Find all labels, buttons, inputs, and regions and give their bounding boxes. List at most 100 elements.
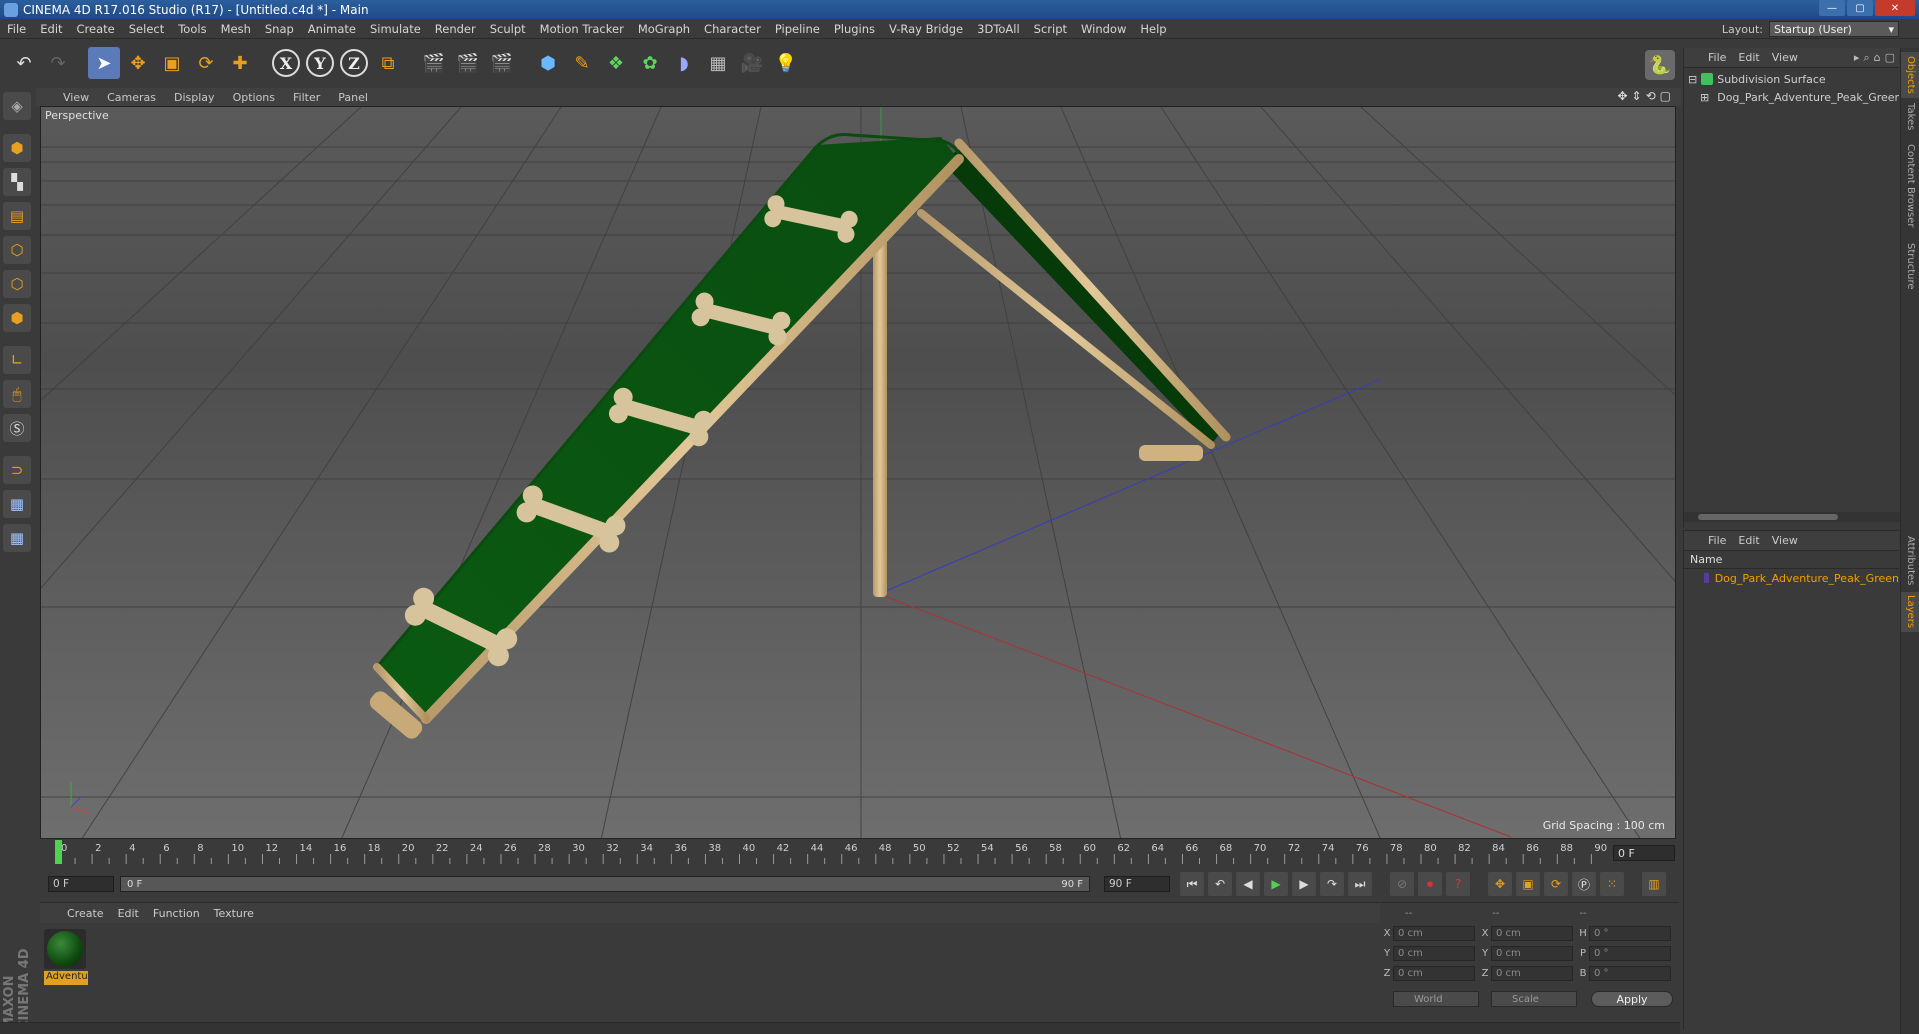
record-active-objects-button[interactable]: ⏺ [1418,872,1442,896]
position-y-field[interactable]: 0 cm [1393,945,1475,961]
add-light-button[interactable]: 💡 [770,47,802,79]
arrow-right-icon[interactable]: ▸ [1854,51,1860,65]
add-array-button[interactable]: ✿ [634,47,666,79]
z-axis-lock-button[interactable]: Z [340,49,368,77]
material-name-label[interactable]: Adventu [44,971,88,985]
edges-mode-button[interactable]: ⬡ [3,270,31,298]
render-settings-button[interactable]: 🎬 [486,47,518,79]
tab-content-browser[interactable]: Content Browser [1901,136,1919,236]
scale-tool-button[interactable]: ▣ [156,47,188,79]
snap-button[interactable]: ⊃ [3,456,31,484]
collapse-icon[interactable]: ⊟ [1688,73,1697,86]
layer-menu-edit[interactable]: Edit [1732,534,1765,547]
menu-character[interactable]: Character [697,22,768,36]
redo-button[interactable]: ↷ [42,47,74,79]
key-parameter-button[interactable]: Ⓟ [1572,872,1596,896]
layer-row[interactable]: Dog_Park_Adventure_Peak_Green [1684,569,1899,587]
timeline-window-button[interactable]: ▥ [1642,872,1666,896]
menu-render[interactable]: Render [428,22,483,36]
menu-motion-tracker[interactable]: Motion Tracker [533,22,631,36]
axis-mode-button[interactable]: ∟ [3,346,31,374]
minimize-button[interactable]: — [1819,0,1845,16]
model-mode-button[interactable]: ⬢ [3,134,31,162]
x-axis-lock-button[interactable]: X [272,49,300,77]
menu-snap[interactable]: Snap [258,22,301,36]
y-axis-lock-button[interactable]: Y [306,49,334,77]
next-frame-button[interactable]: ▶ [1292,872,1316,896]
object-row-dog-park[interactable]: ⊞ Dog_Park_Adventure_Peak_Green [1684,88,1899,106]
menu-vray-bridge[interactable]: V-Ray Bridge [882,22,970,36]
next-key-button[interactable]: ↷ [1320,872,1344,896]
material-menu-texture[interactable]: Texture [207,907,261,920]
close-button[interactable]: ✕ [1875,0,1915,16]
object-menu-file[interactable]: File [1702,51,1732,64]
menu-plugins[interactable]: Plugins [827,22,882,36]
menu-tools[interactable]: Tools [171,22,213,36]
key-pla-button[interactable]: ⁙ [1600,872,1624,896]
viewport-menu-display[interactable]: Display [165,91,224,104]
search-icon[interactable]: ⌕ [1863,51,1869,65]
apply-button[interactable]: Apply [1591,991,1673,1007]
object-menu-edit[interactable]: Edit [1732,51,1765,64]
position-z-field[interactable]: 0 cm [1393,965,1475,981]
zoom-icon[interactable]: ⇕ [1632,89,1642,103]
size-mode-dropdown[interactable]: Scale [1491,991,1577,1007]
size-y-field[interactable]: 0 cm [1491,945,1573,961]
material-thumbnail[interactable] [44,929,86,969]
add-generator-button[interactable]: ❖ [600,47,632,79]
menu-script[interactable]: Script [1027,22,1074,36]
autokeying-button[interactable]: ? [1446,872,1470,896]
layer-menu-file[interactable]: File [1702,534,1732,547]
viewport-menu-view[interactable]: View [54,91,98,104]
size-x-field[interactable]: 0 cm [1491,925,1573,941]
pan-icon[interactable]: ✥ [1617,89,1627,103]
scrollbar-thumb[interactable] [1698,514,1838,520]
menu-animate[interactable]: Animate [301,22,363,36]
play-button[interactable]: ▶ [1264,872,1288,896]
object-row-subdivision-surface[interactable]: ⊟ Subdivision Surface [1684,70,1899,88]
select-tool-button[interactable]: ➤ [88,47,120,79]
new-window-icon[interactable]: ▢ [1885,51,1895,65]
add-deformer-button[interactable]: ◗ [668,47,700,79]
maximize-view-icon[interactable]: ▢ [1660,89,1671,103]
previous-key-button[interactable]: ↶ [1208,872,1232,896]
start-frame-field[interactable]: 0 F [48,876,114,892]
rotation-b-field[interactable]: 0 ° [1589,965,1671,981]
add-spline-button[interactable]: ✎ [566,47,598,79]
perspective-viewport[interactable]: Perspective Grid Spacing : 100 cm [40,106,1676,839]
go-to-end-button[interactable]: ⏭ [1348,872,1372,896]
tweak-mode-button[interactable]: 🖱 [3,380,31,408]
menu-create[interactable]: Create [70,22,122,36]
polygons-mode-button[interactable]: ⬢ [3,304,31,332]
expand-icon[interactable]: ⊞ [1700,91,1709,104]
rotation-p-field[interactable]: 0 ° [1589,945,1671,961]
key-scale-button[interactable]: ▣ [1516,872,1540,896]
menu-file[interactable]: File [0,22,33,36]
menu-window[interactable]: Window [1074,22,1133,36]
record-keys-off-button[interactable]: ⊘ [1390,872,1414,896]
add-floor-button[interactable]: ▦ [702,47,734,79]
key-position-button[interactable]: ✥ [1488,872,1512,896]
previous-frame-button[interactable]: ◀ [1236,872,1260,896]
menu-mesh[interactable]: Mesh [214,22,258,36]
menu-pipeline[interactable]: Pipeline [768,22,827,36]
object-manager-scrollbar[interactable] [1684,512,1900,522]
material-menu-create[interactable]: Create [60,907,111,920]
menu-3dtoall[interactable]: 3DToAll [970,22,1027,36]
planar-workplane-button[interactable]: ▦ [3,524,31,552]
render-picture-viewer-button[interactable]: 🎬 [452,47,484,79]
orbit-icon[interactable]: ⟲ [1646,89,1656,103]
tab-attributes[interactable]: Attributes [1901,532,1919,590]
material-menu-edit[interactable]: Edit [111,907,146,920]
coordinate-system-button[interactable]: ⧉ [372,47,404,79]
key-rotation-button[interactable]: ⟳ [1544,872,1568,896]
add-cube-button[interactable]: ⬢ [532,47,564,79]
menu-help[interactable]: Help [1133,22,1173,36]
viewport-menu-panel[interactable]: Panel [329,91,377,104]
menu-simulate[interactable]: Simulate [363,22,428,36]
viewport-menu-filter[interactable]: Filter [284,91,329,104]
timeline-ruler[interactable]: 0 2 4 6 8 10 12 14 16 18 20 22 24 26 28 30 32 34 36 38 40 42 4… [40,840,1680,866]
points-mode-button[interactable]: ⬡ [3,236,31,264]
move-tool-button[interactable]: ✥ [122,47,154,79]
rotate-tool-button[interactable]: ⟳ [190,47,222,79]
